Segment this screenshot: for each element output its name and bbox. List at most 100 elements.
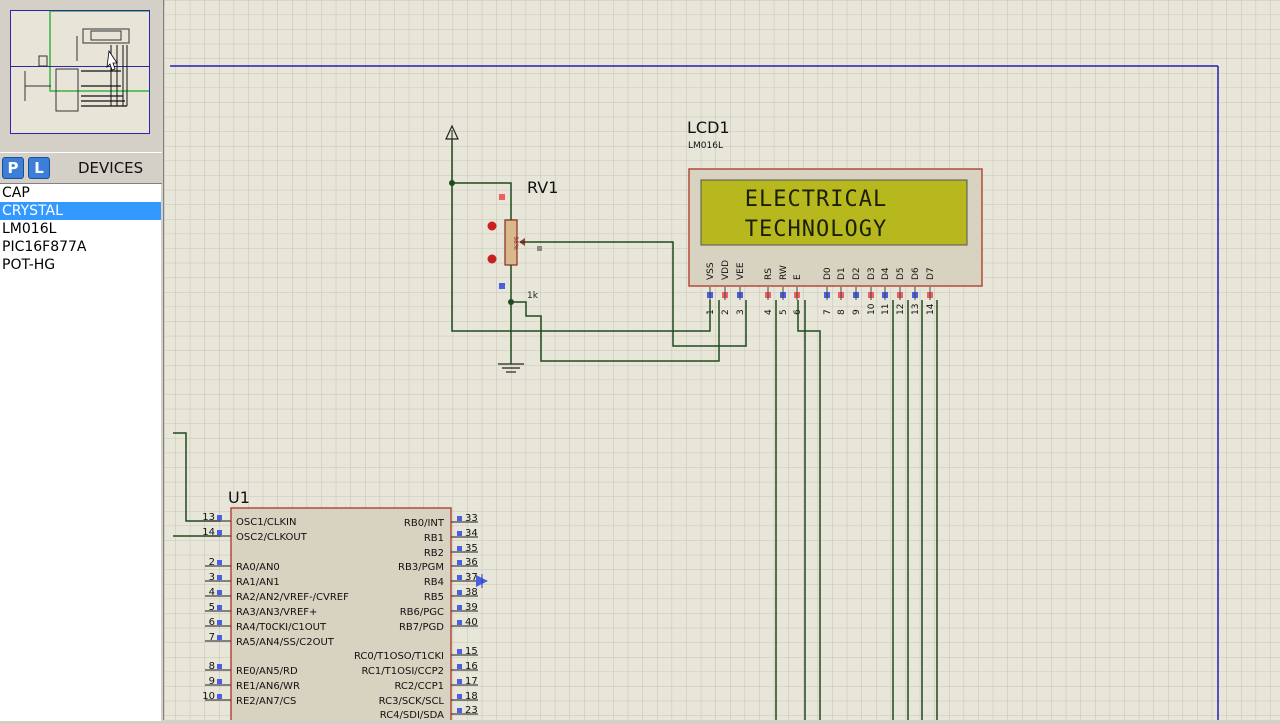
mcu-left-pin-marker bbox=[217, 635, 222, 640]
lcd-pin-number: 8 bbox=[837, 309, 847, 315]
mcu-left-pin-name: RA1/AN1 bbox=[236, 577, 280, 588]
mcu-right-pin-name: RC0/T1OSO/T1CKI bbox=[354, 651, 444, 662]
mcu-right-pin-name: RB7/PGD bbox=[399, 622, 444, 633]
mcu-left-pin-name: RA4/T0CKI/C1OUT bbox=[236, 622, 327, 633]
mcu-right-pin-name: RB2 bbox=[424, 548, 444, 559]
pot-body-label: 98% bbox=[512, 236, 519, 250]
mcu-left-pin-marker bbox=[217, 515, 222, 520]
schematic-drawing[interactable]: LCD1 LM016L ELECTRICAL TECHNOLOGY VSS 1 VD… bbox=[165, 0, 1280, 724]
mcu-left-pin-marker bbox=[217, 590, 222, 595]
device-item[interactable]: LM016L bbox=[0, 220, 161, 238]
mcu-left-pin-name: OSC2/CLKOUT bbox=[236, 532, 308, 543]
pot-decrease-button[interactable] bbox=[487, 254, 497, 264]
mcu-left-pin-marker bbox=[217, 575, 222, 580]
lcd-pin-number: 1 bbox=[706, 309, 716, 315]
mcu-right-pin-marker bbox=[457, 694, 462, 699]
device-item[interactable]: PIC16F877A bbox=[0, 238, 161, 256]
mcu-right-pin-number: 35 bbox=[465, 543, 478, 554]
mcu-right-pin-marker bbox=[457, 708, 462, 713]
lcd-pin-number: 12 bbox=[896, 304, 906, 315]
mcu-left-pin-marker bbox=[217, 694, 222, 699]
lcd-pin-name: D4 bbox=[881, 267, 891, 280]
mcu-right-pin-name: RB0/INT bbox=[404, 518, 445, 529]
pot-ref-label: RV1 bbox=[527, 178, 558, 197]
mcu-right-pin-name: RB4 bbox=[424, 577, 444, 588]
lcd-line-1: ELECTRICAL bbox=[745, 187, 887, 212]
lcd-pin-name: VEE bbox=[736, 262, 746, 280]
lcd-pin-name: VDD bbox=[721, 260, 731, 280]
mcu-right-pin-number: 33 bbox=[465, 513, 478, 524]
mcu-ref-label: U1 bbox=[228, 488, 250, 507]
device-item[interactable]: POT-HG bbox=[0, 256, 161, 274]
pot-value-label: 1k bbox=[527, 291, 539, 301]
overview-window[interactable] bbox=[10, 10, 159, 134]
library-manager-button[interactable]: L bbox=[28, 157, 50, 179]
lcd-pin-number: 4 bbox=[764, 309, 774, 315]
microcontroller-u1[interactable]: U1 OSC1/CLKIN 13 OSC2/CLKOUT 14 RA0/AN0 2 RA1/… bbox=[202, 488, 488, 724]
mcu-right-pin-marker bbox=[457, 664, 462, 669]
schematic-canvas[interactable]: LCD1 LM016L ELECTRICAL TECHNOLOGY VSS 1 VD… bbox=[165, 0, 1280, 724]
lcd-part-label: LM016L bbox=[688, 141, 723, 151]
mcu-left-pin-number: 13 bbox=[202, 512, 215, 523]
lcd-pin-name: D6 bbox=[911, 267, 921, 280]
lcd-pin-number: 7 bbox=[823, 309, 833, 315]
lcd-pin-number: 9 bbox=[852, 309, 862, 315]
device-item-selected[interactable]: CRYSTAL bbox=[0, 202, 161, 220]
mcu-right-pin-number: 38 bbox=[465, 587, 478, 598]
mcu-right-pin-number: 39 bbox=[465, 602, 478, 613]
mcu-right-pin-number: 34 bbox=[465, 528, 478, 539]
mcu-right-pin-number: 15 bbox=[465, 646, 478, 657]
lcd-pin-name: RS bbox=[764, 268, 774, 280]
mcu-right-pin-number: 36 bbox=[465, 557, 478, 568]
mcu-left-pin-name: RA5/AN4/SS/C2OUT bbox=[236, 637, 335, 648]
lcd-line-2: TECHNOLOGY bbox=[745, 217, 887, 242]
mcu-right-pin-marker bbox=[457, 516, 462, 521]
mcu-left-pin-marker bbox=[217, 560, 222, 565]
left-panel: P L DEVICES CAP CRYSTAL LM016L PIC16F877… bbox=[0, 0, 164, 721]
lcd-pin-number: 10 bbox=[867, 303, 877, 315]
lcd-pin-name: D1 bbox=[837, 267, 847, 280]
lcd-pin-name: E bbox=[793, 274, 803, 280]
mcu-right-pin-marker bbox=[457, 560, 462, 565]
mcu-left-pin-number: 10 bbox=[202, 691, 215, 702]
mcu-left-pin-marker bbox=[217, 530, 222, 535]
pot-pin-top bbox=[499, 194, 505, 200]
lcd-pin-name: D3 bbox=[867, 267, 877, 280]
mcu-right-pin-marker bbox=[457, 679, 462, 684]
devices-title: DEVICES bbox=[78, 159, 144, 177]
pot-wiper-pin bbox=[537, 246, 542, 251]
mcu-left-pin-number: 3 bbox=[209, 572, 215, 583]
mcu-right-pin-name: RB3/PGM bbox=[398, 562, 444, 573]
device-list[interactable]: CAP CRYSTAL LM016L PIC16F877A POT-HG bbox=[0, 183, 161, 721]
lcd-pin-number: 14 bbox=[926, 303, 936, 315]
lcd-pin-name: D7 bbox=[926, 267, 936, 280]
lcd-pin-number: 11 bbox=[881, 304, 891, 315]
mcu-right-pin-name: RB1 bbox=[424, 533, 444, 544]
lcd-ref-label: LCD1 bbox=[687, 118, 730, 137]
mcu-left-pin-name: RA0/AN0 bbox=[236, 562, 280, 573]
overview-thumbnail bbox=[11, 10, 159, 112]
mcu-right-pin-name: RC2/CCP1 bbox=[394, 681, 444, 692]
mcu-right-pin-name: RC3/SCK/SCL bbox=[379, 696, 445, 707]
mcu-left-pin-marker bbox=[217, 620, 222, 625]
mcu-left-pin-name: OSC1/CLKIN bbox=[236, 517, 296, 528]
mcu-left-pin-number: 8 bbox=[209, 661, 215, 672]
lcd-pin-name: VSS bbox=[706, 262, 716, 280]
mcu-right-pin-number: 16 bbox=[465, 661, 478, 672]
mcu-left-pin-number: 5 bbox=[209, 602, 215, 613]
mcu-right-pin-name: RC1/T1OSI/CCP2 bbox=[361, 666, 444, 677]
lcd-pin-number: 3 bbox=[736, 309, 746, 315]
devices-header: P L DEVICES bbox=[0, 152, 162, 184]
mcu-right-pin-marker bbox=[457, 605, 462, 610]
lcd-pin-name: D2 bbox=[852, 267, 862, 280]
pot-increase-button[interactable] bbox=[487, 221, 497, 231]
mcu-left-pin-name: RE2/AN7/CS bbox=[236, 696, 296, 707]
mcu-left-pin-name: RE1/AN6/WR bbox=[236, 681, 300, 692]
mcu-left-pin-number: 4 bbox=[209, 587, 215, 598]
mcu-right-pin-marker bbox=[457, 575, 462, 580]
mcu-left-pin-marker bbox=[217, 679, 222, 684]
lcd-pin-number: 2 bbox=[721, 309, 731, 315]
device-item[interactable]: CAP bbox=[0, 184, 161, 202]
pick-devices-button[interactable]: P bbox=[2, 157, 24, 179]
mcu-left-pin-name: RA3/AN3/VREF+ bbox=[236, 607, 317, 618]
